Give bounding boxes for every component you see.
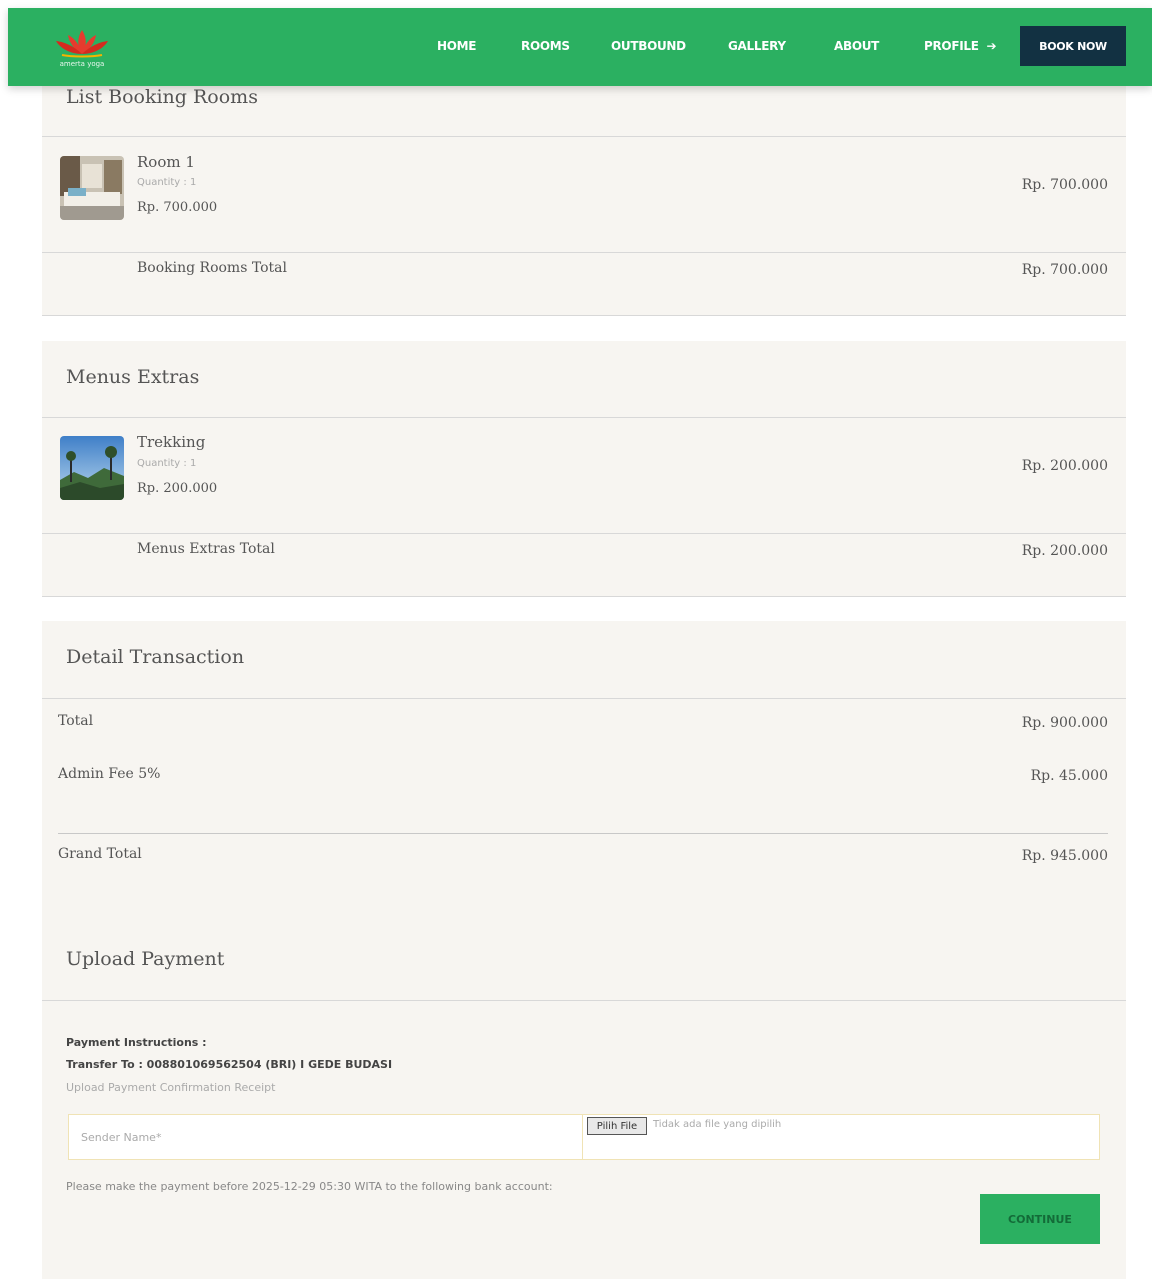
- extra-line-total: Rp. 200.000: [1021, 458, 1108, 474]
- divider: [42, 596, 1126, 597]
- payment-input-row: Pilih File Tidak ada file yang dipilih: [68, 1114, 1100, 1160]
- nav-links: HOME ROOMS OUTBOUND GALLERY ABOUT PROFIL…: [8, 8, 1152, 86]
- room-thumbnail: [60, 156, 124, 220]
- extras-total-value: Rp. 200.000: [1021, 543, 1108, 559]
- nav-home[interactable]: HOME: [437, 39, 476, 53]
- divider: [42, 252, 1126, 253]
- divider: [42, 315, 1126, 316]
- extra-quantity: Quantity : 1: [137, 458, 197, 469]
- rooms-total-label: Booking Rooms Total: [137, 260, 287, 276]
- room-line-total: Rp. 700.000: [1021, 177, 1108, 193]
- payment-deadline-note: Please make the payment before 2025-12-2…: [66, 1180, 553, 1193]
- continue-button[interactable]: CONTINUE: [980, 1194, 1100, 1244]
- divider: [42, 533, 1126, 534]
- divider: [58, 833, 1108, 834]
- divider: [42, 136, 1126, 137]
- admin-fee-label: Admin Fee 5%: [58, 766, 161, 782]
- nav-profile[interactable]: PROFILE ➔: [924, 39, 997, 53]
- extra-price: Rp. 200.000: [137, 481, 218, 496]
- transfer-to-text: Transfer To : 008801069562504 (BRI) I GE…: [66, 1058, 393, 1071]
- choose-file-button[interactable]: Pilih File: [587, 1117, 647, 1135]
- divider: [42, 417, 1126, 418]
- room-quantity: Quantity : 1: [137, 177, 197, 188]
- booking-rooms-title: List Booking Rooms: [66, 86, 258, 108]
- divider: [42, 1000, 1126, 1001]
- extra-name: Trekking: [137, 433, 206, 451]
- detail-transaction-card: Detail Transaction Total Rp. 900.000 Adm…: [42, 621, 1126, 931]
- book-now-button[interactable]: BOOK NOW: [1020, 26, 1126, 66]
- room-name: Room 1: [137, 153, 195, 171]
- total-value: Rp. 900.000: [1021, 715, 1108, 731]
- nav-about[interactable]: ABOUT: [834, 39, 879, 53]
- rooms-total-value: Rp. 700.000: [1021, 262, 1108, 278]
- total-label: Total: [58, 713, 94, 729]
- menus-extras-card: Menus Extras Trekking Quantity : 1 Rp. 2…: [42, 341, 1126, 597]
- admin-fee-value: Rp. 45.000: [1030, 768, 1108, 784]
- login-arrow-icon: ➔: [986, 39, 997, 53]
- sender-name-input[interactable]: [69, 1115, 583, 1159]
- room-price: Rp. 700.000: [137, 200, 218, 215]
- nav-profile-label: PROFILE: [924, 39, 979, 53]
- file-status-text: Tidak ada file yang dipilih: [653, 1119, 782, 1130]
- payment-instructions-label: Payment Instructions :: [66, 1036, 207, 1049]
- navbar: amerta yoga HOME ROOMS OUTBOUND GALLERY …: [8, 8, 1152, 86]
- detail-transaction-title: Detail Transaction: [66, 646, 245, 668]
- divider: [42, 698, 1126, 699]
- nav-outbound[interactable]: OUTBOUND: [611, 39, 686, 53]
- nav-gallery[interactable]: GALLERY: [728, 39, 786, 53]
- menus-extras-title: Menus Extras: [66, 366, 200, 388]
- grand-total-value: Rp. 945.000: [1021, 848, 1108, 864]
- upload-payment-title: Upload Payment: [66, 948, 225, 970]
- upload-payment-card: Upload Payment Payment Instructions : Tr…: [42, 924, 1126, 1279]
- booking-rooms-card: List Booking Rooms Room 1 Quantity : 1 R…: [42, 60, 1126, 316]
- upload-receipt-hint: Upload Payment Confirmation Receipt: [66, 1081, 276, 1094]
- extras-total-label: Menus Extras Total: [137, 541, 275, 557]
- grand-total-label: Grand Total: [58, 846, 142, 862]
- nav-rooms[interactable]: ROOMS: [521, 39, 570, 53]
- trekking-thumbnail: [60, 436, 124, 500]
